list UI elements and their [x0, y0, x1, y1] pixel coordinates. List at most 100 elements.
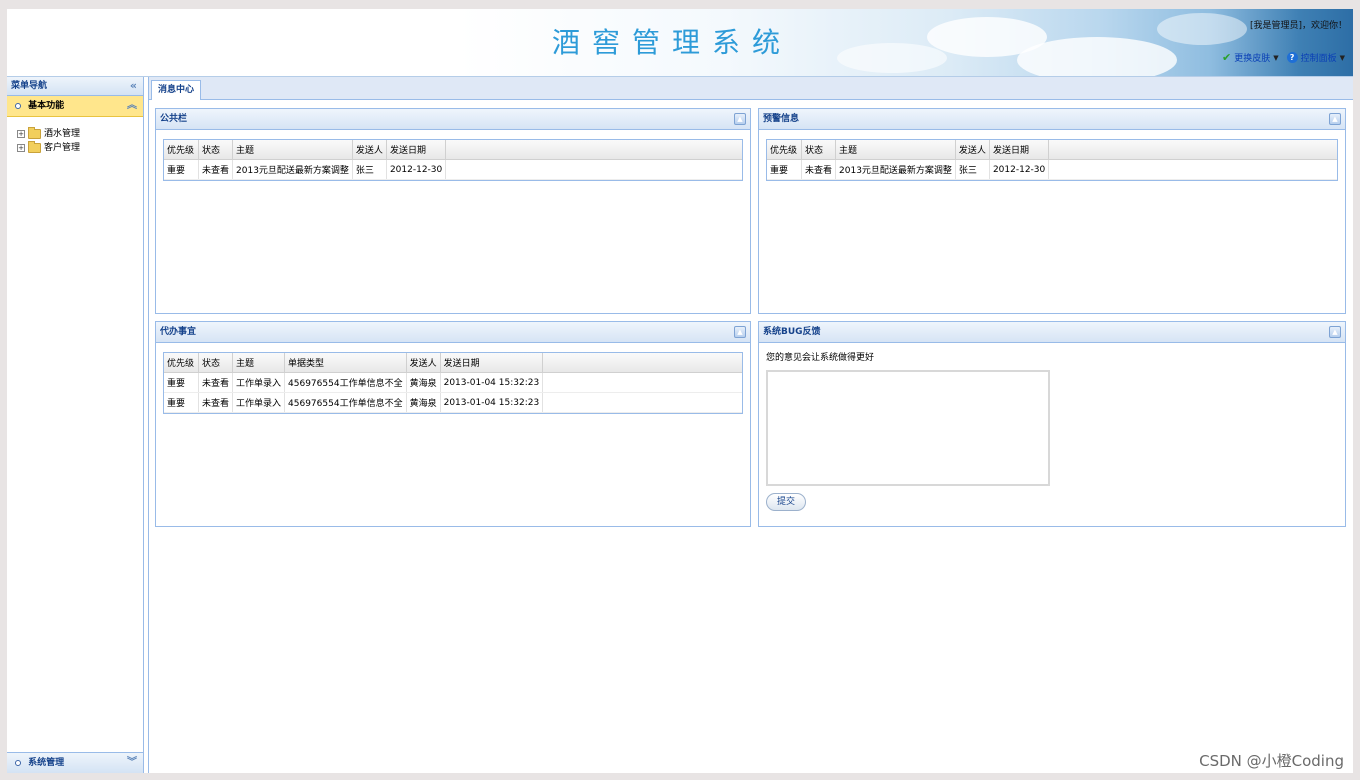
- panel-header: 系统BUG反馈 ▲: [759, 322, 1345, 343]
- collapse-panel-icon[interactable]: ▲: [734, 326, 746, 338]
- cell-priority: 重要: [164, 159, 199, 180]
- cell-date: 2013-01-04 15:32:23: [440, 392, 544, 413]
- panel-header: 公共栏 ▲: [156, 109, 750, 130]
- cell-subject: 2013元旦配送最新方案调整: [835, 159, 956, 180]
- cell-filler: [542, 392, 742, 413]
- cell-subject: 工作单录入: [232, 372, 286, 393]
- cell-date: 2012-12-30: [386, 159, 447, 180]
- column-header[interactable]: 主题: [835, 140, 956, 160]
- cell-doc-type: 456976554工作单信息不全: [284, 392, 407, 413]
- cell-subject: 2013元旦配送最新方案调整: [232, 159, 353, 180]
- column-header[interactable]: 单据类型: [284, 353, 407, 373]
- column-header[interactable]: 发送人: [352, 140, 387, 160]
- panel-header: 代办事宜 ▲: [156, 322, 750, 343]
- cell-sender: 黄海泉: [406, 372, 441, 393]
- panel-todo: 代办事宜 ▲ 优先级 状态 主题 单据类型 发送人 发送日期 重要 未查看 工作…: [155, 321, 751, 527]
- watermark: CSDN @小橙Coding: [1199, 752, 1344, 770]
- collapse-panel-icon[interactable]: ▲: [1329, 326, 1341, 338]
- column-header[interactable]: 状态: [801, 140, 837, 160]
- column-header[interactable]: 发送人: [955, 140, 990, 160]
- chevron-down-icon: ︾: [127, 757, 137, 768]
- column-header[interactable]: 主题: [232, 140, 353, 160]
- panel-title: 代办事宜: [160, 327, 197, 337]
- cell-date: 2013-01-04 15:32:23: [440, 372, 544, 393]
- app-header: 酒窖管理系统 [我是管理员]，欢迎你！ ✔ 更换皮肤 ▼ ? 控制面板 ▼: [7, 9, 1353, 77]
- column-header[interactable]: 发送日期: [386, 140, 447, 160]
- column-header[interactable]: 状态: [198, 140, 234, 160]
- todo-table: 优先级 状态 主题 单据类型 发送人 发送日期 重要 未查看 工作单录入 456…: [164, 353, 742, 413]
- submit-button[interactable]: 提交: [766, 493, 806, 511]
- cell-status: 未查看: [198, 392, 234, 413]
- expand-icon[interactable]: +: [17, 144, 25, 152]
- app-title: 酒窖管理系统: [552, 26, 793, 59]
- column-header[interactable]: 优先级: [767, 140, 802, 160]
- collapse-panel-icon[interactable]: ▲: [1329, 113, 1341, 125]
- todo-grid: 优先级 状态 主题 单据类型 发送人 发送日期 重要 未查看 工作单录入 456…: [163, 352, 743, 414]
- header-links: ✔ 更换皮肤 ▼ ? 控制面板 ▼: [1222, 51, 1345, 64]
- column-header[interactable]: 状态: [198, 353, 234, 373]
- column-filler: [1048, 140, 1337, 160]
- app-frame: 酒窖管理系统 [我是管理员]，欢迎你！ ✔ 更换皮肤 ▼ ? 控制面板 ▼ 菜单…: [7, 9, 1353, 773]
- column-header[interactable]: 发送日期: [440, 353, 544, 373]
- table-row[interactable]: 重要 未查看 2013元旦配送最新方案调整 张三 2012-12-30: [767, 159, 1337, 180]
- cell-sender: 黄海泉: [406, 392, 441, 413]
- table-header-row: 优先级 状态 主题 发送人 发送日期: [164, 140, 742, 160]
- panel-header: 预警信息 ▲: [759, 109, 1345, 130]
- panel-title: 预警信息: [763, 114, 800, 124]
- panel-public: 公共栏 ▲ 优先级 状态 主题 发送人 发送日期 重要 未查看 2013元旦配送…: [155, 108, 751, 314]
- cell-status: 未查看: [801, 159, 837, 180]
- folder-icon: [28, 127, 41, 139]
- tree-item-wine[interactable]: + 酒水管理: [17, 127, 143, 141]
- chevron-up-icon: ︽: [127, 100, 137, 111]
- table-row[interactable]: 重要 未查看 工作单录入 456976554工作单信息不全 黄海泉 2013-0…: [164, 392, 742, 413]
- column-filler: [542, 353, 742, 373]
- cell-filler: [542, 372, 742, 393]
- column-filler: [445, 140, 742, 160]
- sidebar-group-label: 系统管理: [28, 758, 65, 768]
- warning-grid: 优先级 状态 主题 发送人 发送日期 重要 未查看 2013元旦配送最新方案调整…: [766, 139, 1338, 181]
- main-content: 消息中心 公共栏 ▲ 优先级 状态 主题 发送人 发送日期 重要 未查看 201…: [148, 77, 1353, 773]
- cell-status: 未查看: [198, 159, 234, 180]
- folder-icon: [28, 141, 41, 153]
- panel-warning: 预警信息 ▲ 优先级 状态 主题 发送人 发送日期 重要 未查看 2013元旦配…: [758, 108, 1346, 314]
- sidebar-group-system[interactable]: 系统管理 ︾: [7, 752, 143, 773]
- sidebar-title: 菜单导航 «: [7, 77, 143, 96]
- sidebar-title-label: 菜单导航: [11, 81, 48, 91]
- collapse-left-icon[interactable]: «: [130, 77, 137, 95]
- expand-icon[interactable]: +: [17, 130, 25, 138]
- table-row[interactable]: 重要 未查看 2013元旦配送最新方案调整 张三 2012-12-30: [164, 159, 742, 180]
- column-header[interactable]: 优先级: [164, 353, 199, 373]
- sidebar: 菜单导航 « 基本功能 ︽ + 酒水管理 + 客户管理 系统管理 ︾: [7, 77, 144, 773]
- column-header[interactable]: 发送日期: [989, 140, 1050, 160]
- feedback-textarea[interactable]: [766, 370, 1050, 486]
- panel-feedback: 系统BUG反馈 ▲ 您的意见会让系统做得更好 提交: [758, 321, 1346, 527]
- column-header[interactable]: 优先级: [164, 140, 199, 160]
- cell-priority: 重要: [767, 159, 802, 180]
- tab-message-center[interactable]: 消息中心: [151, 80, 202, 100]
- panel-title: 系统BUG反馈: [763, 327, 821, 337]
- menu-tree: + 酒水管理 + 客户管理: [7, 117, 143, 155]
- bullet-icon: [15, 759, 21, 766]
- cell-filler: [1048, 159, 1337, 180]
- welcome-text: [我是管理员]，欢迎你！: [1249, 21, 1347, 31]
- tree-item-customer[interactable]: + 客户管理: [17, 141, 143, 155]
- control-panel-label: 控制面板: [1300, 54, 1337, 64]
- cell-filler: [445, 159, 742, 180]
- column-header[interactable]: 发送人: [406, 353, 441, 373]
- table-row[interactable]: 重要 未查看 工作单录入 456976554工作单信息不全 黄海泉 2013-0…: [164, 372, 742, 393]
- cell-status: 未查看: [198, 372, 234, 393]
- tree-item-label: 客户管理: [44, 143, 81, 153]
- collapse-panel-icon[interactable]: ▲: [734, 113, 746, 125]
- change-skin-link[interactable]: ✔ 更换皮肤 ▼: [1222, 51, 1279, 64]
- table-header-row: 优先级 状态 主题 发送人 发送日期: [767, 140, 1337, 160]
- public-table: 优先级 状态 主题 发送人 发送日期 重要 未查看 2013元旦配送最新方案调整…: [164, 140, 742, 180]
- tree-item-label: 酒水管理: [44, 129, 81, 139]
- check-icon: ✔: [1221, 51, 1232, 64]
- cell-date: 2012-12-30: [989, 159, 1050, 180]
- cell-subject: 工作单录入: [232, 392, 286, 413]
- cell-sender: 张三: [955, 159, 990, 180]
- sidebar-group-basic[interactable]: 基本功能 ︽: [7, 96, 143, 117]
- control-panel-link[interactable]: ? 控制面板 ▼: [1286, 51, 1345, 64]
- tab-bar: 消息中心: [149, 77, 1353, 100]
- column-header[interactable]: 主题: [232, 353, 286, 373]
